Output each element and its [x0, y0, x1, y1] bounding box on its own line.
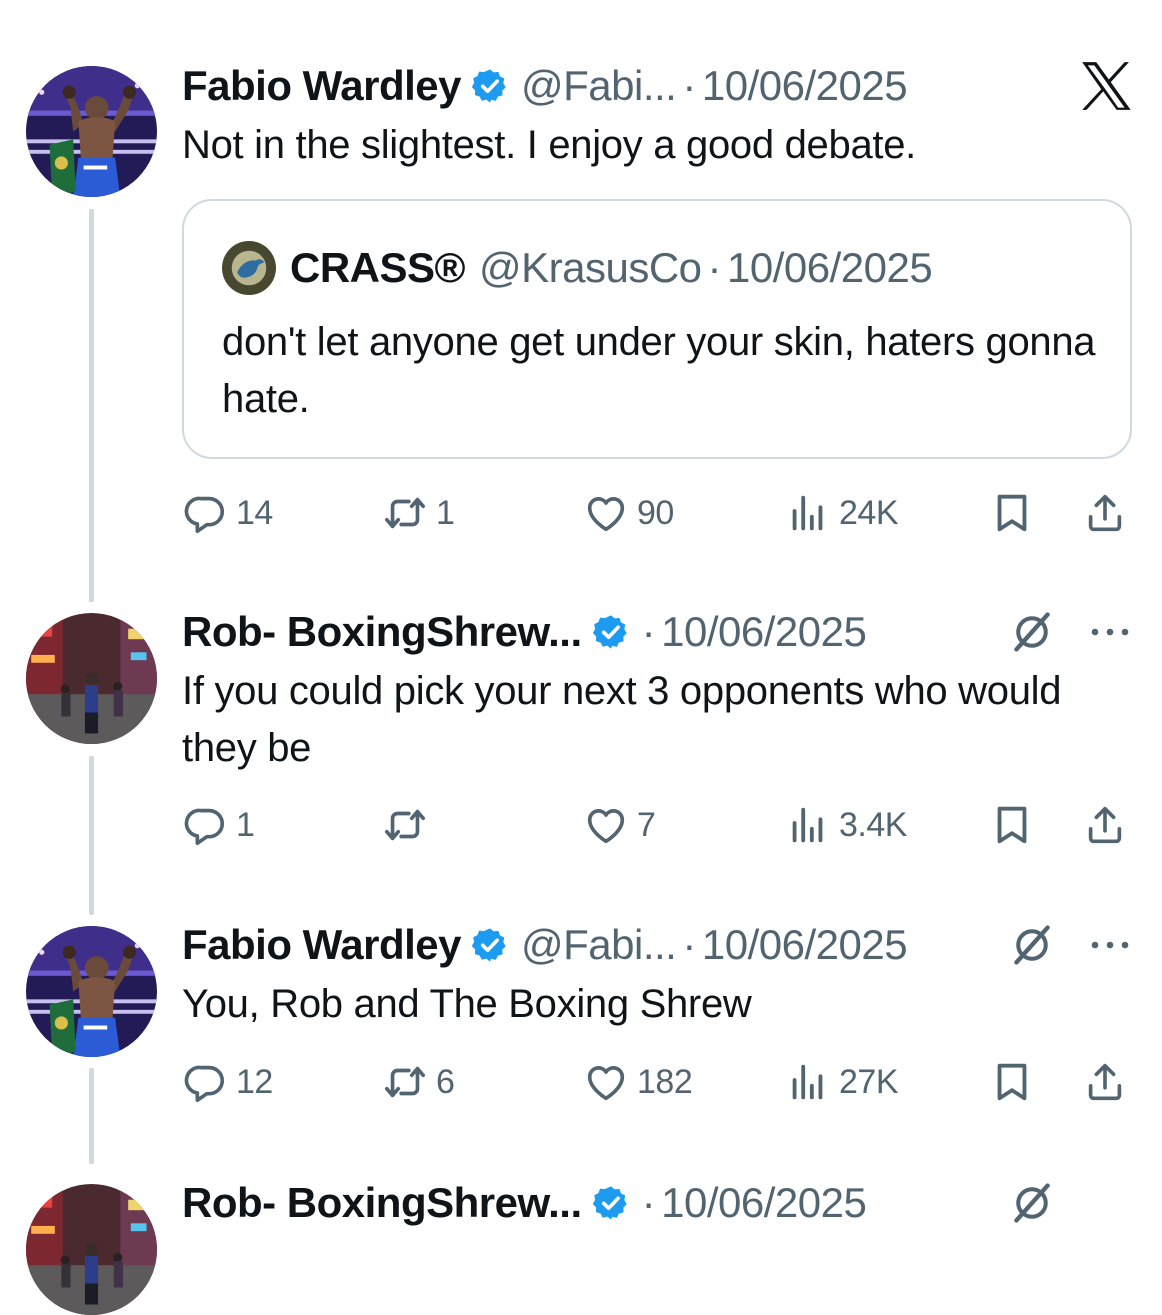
bookmark-button[interactable]	[989, 1058, 1035, 1106]
quoted-tweet-header: CRASS® @KrasusCo · 10/06/2025	[222, 241, 933, 295]
heart-icon	[587, 809, 625, 844]
views-icon	[792, 807, 823, 843]
reply-icon	[184, 496, 225, 534]
author-name[interactable]: Fabio Wardley	[182, 921, 462, 969]
like-count: 90	[637, 493, 674, 532]
verified-badge-icon	[591, 613, 629, 651]
repost-count: 1	[436, 493, 455, 532]
share-button[interactable]	[1082, 1058, 1128, 1106]
avatar[interactable]	[26, 613, 157, 744]
separator-dot: ·	[641, 608, 656, 655]
view-count: 24K	[839, 493, 899, 532]
tweet-tools	[1010, 1178, 1054, 1228]
more-icon[interactable]	[1090, 626, 1130, 638]
reply-button[interactable]: 14	[182, 489, 273, 537]
tweet-header: Rob- BoxingShrew... · 10/06/2025	[182, 1178, 867, 1228]
quoted-avatar	[222, 241, 276, 295]
separator-dot: ·	[682, 62, 696, 109]
quoted-author-name: CRASS®	[290, 244, 465, 291]
reply-button[interactable]: 1	[182, 801, 255, 849]
author-name[interactable]: Rob- BoxingShrew...	[182, 1179, 582, 1227]
heart-icon	[587, 1066, 625, 1101]
views-button[interactable]: 3.4K	[785, 801, 907, 849]
reply-icon	[184, 1065, 225, 1103]
reply-count: 1	[236, 805, 255, 844]
tweet-header: Fabio Wardley @Fabi... · 10/06/2025	[182, 61, 908, 111]
view-count: 27K	[839, 1062, 899, 1101]
action-bar: 14 1 90 24K	[182, 489, 1132, 537]
views-button[interactable]: 27K	[785, 1058, 899, 1106]
tweet-header: Rob- BoxingShrew... · 10/06/2025	[182, 607, 867, 657]
repost-button[interactable]: 6	[382, 1058, 455, 1106]
tweet-header: Fabio Wardley @Fabi... · 10/06/2025	[182, 920, 908, 970]
tweet-date[interactable]: 10/06/2025	[702, 921, 908, 969]
heart-icon	[587, 497, 625, 532]
repost-icon	[384, 497, 426, 529]
avatar[interactable]	[26, 66, 157, 197]
grok-icon[interactable]	[1010, 1181, 1054, 1225]
separator-dot: ·	[682, 921, 696, 968]
share-button[interactable]	[1082, 801, 1128, 849]
reply-count: 14	[236, 493, 273, 532]
repost-count: 6	[436, 1062, 455, 1101]
bookmark-button[interactable]	[989, 801, 1035, 849]
author-name[interactable]: Rob- BoxingShrew...	[182, 608, 582, 656]
verified-badge-icon	[591, 1184, 629, 1222]
repost-icon	[384, 809, 426, 841]
verified-badge-icon	[471, 67, 508, 105]
avatar[interactable]	[26, 1184, 157, 1315]
bookmark-icon	[997, 494, 1027, 532]
like-count: 182	[637, 1062, 693, 1101]
like-count: 7	[637, 805, 656, 844]
quoted-tweet[interactable]: CRASS® @KrasusCo · 10/06/2025 don't let …	[182, 199, 1132, 459]
like-button[interactable]: 7	[583, 801, 656, 849]
grok-icon[interactable]	[1010, 923, 1054, 967]
tweet-date[interactable]: 10/06/2025	[661, 608, 867, 656]
author-handle[interactable]: @Fabi...	[521, 62, 677, 110]
views-button[interactable]: 24K	[785, 489, 899, 537]
tweet-tools	[1010, 607, 1130, 657]
repost-icon	[384, 1066, 426, 1098]
like-button[interactable]: 182	[583, 1058, 693, 1106]
share-icon	[1088, 806, 1122, 844]
action-bar: 12 6 182 27K	[182, 1058, 1132, 1106]
tweet-text: If you could pick your next 3 opponents …	[182, 669, 1062, 770]
bookmark-icon	[997, 1063, 1027, 1101]
quoted-tweet-text: don't let anyone get under your skin, ha…	[222, 320, 1096, 421]
quoted-author-handle: @KrasusCo	[478, 244, 702, 291]
author-handle[interactable]: @Fabi...	[521, 921, 677, 969]
tweet-tools	[1010, 920, 1130, 970]
tweet-date[interactable]: 10/06/2025	[702, 62, 908, 110]
share-icon	[1088, 494, 1122, 532]
avatar[interactable]	[26, 926, 157, 1057]
thread-line	[89, 209, 94, 602]
reply-count: 12	[236, 1062, 273, 1101]
grok-icon[interactable]	[1010, 610, 1054, 654]
share-icon	[1088, 1063, 1122, 1101]
quoted-tweet-date: 10/06/2025	[727, 244, 933, 291]
more-icon[interactable]	[1090, 939, 1130, 951]
thread-line	[89, 756, 94, 915]
repost-button[interactable]: 1	[382, 489, 455, 537]
bookmark-button[interactable]	[989, 489, 1035, 537]
view-count: 3.4K	[839, 805, 907, 844]
tweet-text: Not in the slightest. I enjoy a good deb…	[182, 123, 916, 167]
views-icon	[792, 1064, 823, 1100]
tweet-date[interactable]: 10/06/2025	[661, 1179, 867, 1227]
x-logo-icon	[1082, 62, 1131, 110]
separator-dot: ·	[707, 244, 722, 291]
action-bar: 1 7 3.4K	[182, 801, 1132, 849]
reply-button[interactable]: 12	[182, 1058, 273, 1106]
like-button[interactable]: 90	[583, 489, 674, 537]
verified-badge-icon	[471, 926, 508, 964]
thread-line	[89, 1068, 94, 1164]
bookmark-icon	[997, 806, 1027, 844]
tweet-text: You, Rob and The Boxing Shrew	[182, 982, 752, 1026]
repost-button[interactable]	[382, 801, 436, 849]
views-icon	[792, 495, 823, 531]
reply-icon	[184, 808, 225, 846]
share-button[interactable]	[1082, 489, 1128, 537]
separator-dot: ·	[641, 1179, 656, 1226]
author-name[interactable]: Fabio Wardley	[182, 62, 462, 110]
